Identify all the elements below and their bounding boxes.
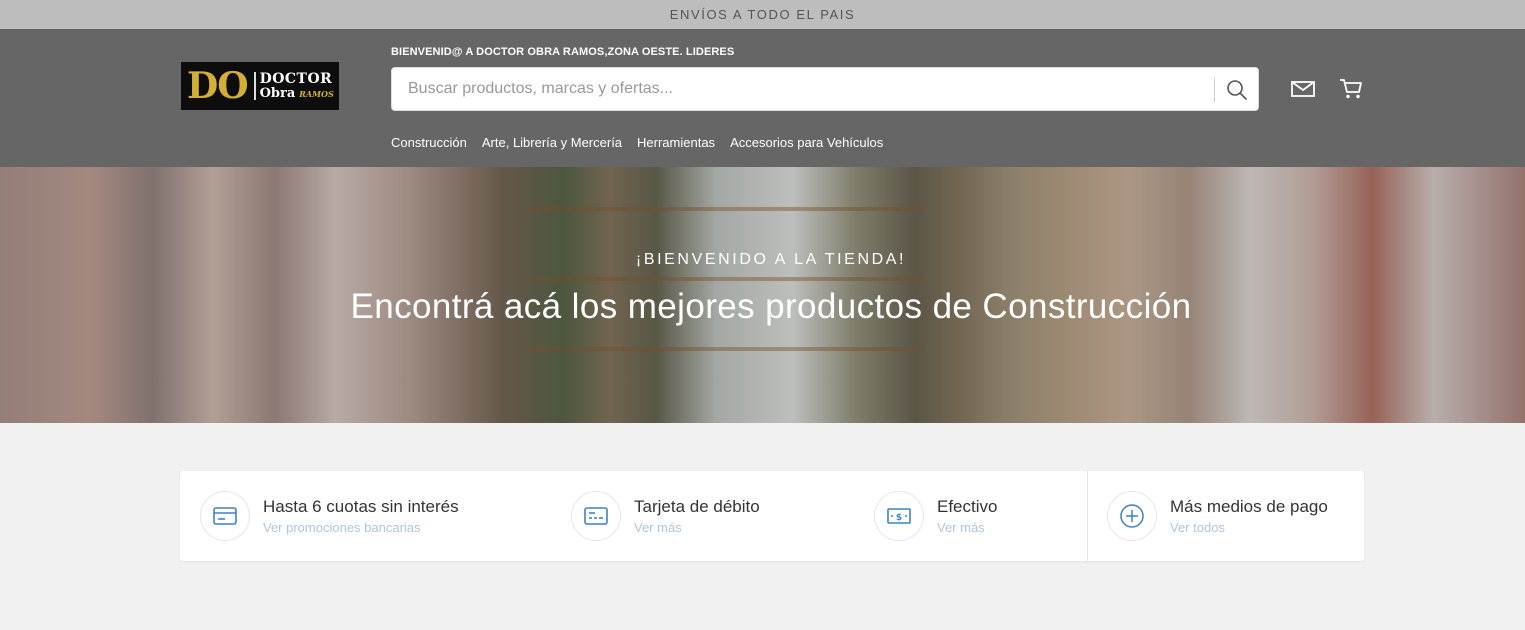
payment-mas-medios[interactable]: Más medios de pago Ver todos <box>1107 471 1328 561</box>
payment-methods-banner: Hasta 6 cuotas sin interés Ver promocion… <box>180 471 1364 561</box>
payment-title: Hasta 6 cuotas sin interés <box>263 496 459 516</box>
nav-item-arte-libreria-merceria[interactable]: Arte, Librería y Mercería <box>482 135 622 150</box>
nav-item-accesorios-vehiculos[interactable]: Accesorios para Vehículos <box>730 135 883 150</box>
hero-shelf-decoration <box>525 347 925 351</box>
plus-circle-icon <box>1120 504 1144 528</box>
search-input[interactable] <box>408 68 1198 110</box>
payment-title: Efectivo <box>937 496 998 516</box>
hero-subtitle: ¡BIENVENIDO A LA TIENDA! <box>635 251 907 268</box>
hero-headline: Encontrá acá los mejores productos de Co… <box>350 287 1192 326</box>
welcome-message: BIENVENID@ A DOCTOR OBRA RAMOS,ZONA OEST… <box>391 46 735 58</box>
hero-shelf-decoration <box>525 207 925 211</box>
search-button[interactable] <box>1220 74 1254 106</box>
search-icon <box>1227 80 1247 100</box>
hero-banner[interactable]: ¡BIENVENIDO A LA TIENDA! Encontrá acá lo… <box>0 167 1525 423</box>
credit-card-icon <box>213 507 237 525</box>
payment-title: Tarjeta de débito <box>634 496 760 516</box>
payment-link[interactable]: Ver promociones bancarias <box>263 520 459 535</box>
logo-ramos-text: RAMOS <box>299 88 334 99</box>
cart-button[interactable] <box>1337 77 1365 101</box>
debit-card-icon <box>584 507 608 525</box>
payment-divider <box>1087 471 1088 561</box>
cash-icon: $ <box>887 508 911 524</box>
nav-item-herramientas[interactable]: Herramientas <box>637 135 715 150</box>
payment-debito[interactable]: Tarjeta de débito Ver más <box>571 471 760 561</box>
payment-cuotas[interactable]: Hasta 6 cuotas sin interés Ver promocion… <box>200 471 459 561</box>
search-bar <box>391 67 1259 111</box>
logo-line-doctor: DOCTOR <box>259 70 333 87</box>
logo-monogram: DO <box>187 65 249 107</box>
main-navigation: Construcción Arte, Librería y Mercería H… <box>391 135 898 150</box>
payment-efectivo[interactable]: $ Efectivo Ver más <box>874 471 997 561</box>
hero-shelf-decoration <box>525 277 925 281</box>
logo-obra-text: Obra <box>259 85 296 101</box>
site-header: DO DOCTOR Obra RAMOS BIENVENID@ A DOCTOR … <box>0 29 1525 167</box>
logo-line-obra: Obra RAMOS <box>259 85 334 101</box>
payment-link[interactable]: Ver todos <box>1170 520 1328 535</box>
payment-link[interactable]: Ver más <box>937 520 997 535</box>
top-announcement-bar: ENVÍOS A TODO EL PAIS <box>0 0 1525 29</box>
nav-item-construccion[interactable]: Construcción <box>391 135 467 150</box>
announcement-text: ENVÍOS A TODO EL PAIS <box>669 7 856 22</box>
payment-icon-circle <box>200 491 250 541</box>
payment-link[interactable]: Ver más <box>634 520 760 535</box>
cart-icon <box>1340 79 1362 99</box>
search-divider <box>1214 78 1215 102</box>
store-logo[interactable]: DO DOCTOR Obra RAMOS <box>181 62 339 110</box>
payment-icon-circle: $ <box>874 491 924 541</box>
svg-text:$: $ <box>896 513 902 523</box>
payment-icon-circle <box>1107 491 1157 541</box>
mail-icon <box>1291 81 1315 97</box>
payment-title: Más medios de pago <box>1170 496 1328 516</box>
contact-button[interactable] <box>1289 77 1317 101</box>
payment-icon-circle <box>571 491 621 541</box>
